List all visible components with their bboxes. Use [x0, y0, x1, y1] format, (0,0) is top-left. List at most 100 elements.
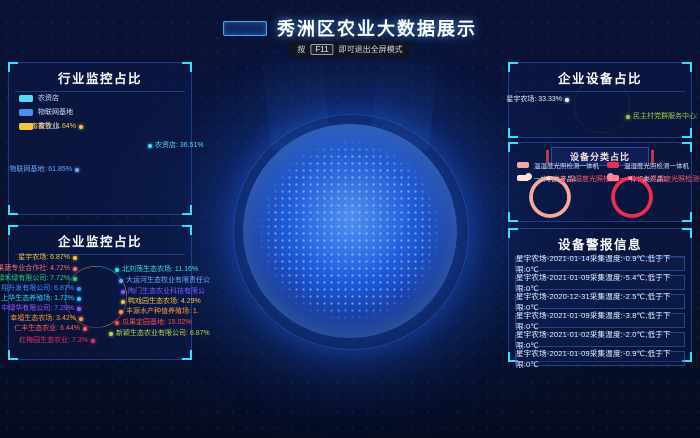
chart-callout-label: 大运河生态牧业有限责任公 [119, 277, 210, 284]
chart-callout-label: 红梅园生态农业: 7.3% [19, 337, 95, 344]
chart-callout-label: 民主村党群服务中心: [626, 113, 698, 120]
callout-dot-icon [75, 168, 79, 172]
f11-keycap: F11 [310, 44, 333, 55]
legend-label: 温湿度光照检测一体机 [624, 160, 689, 170]
chart-callout-label: 瓜果定园基地: 15.02% [115, 319, 192, 326]
callout-dot-icon [626, 115, 630, 119]
legend-item: 温湿度光照检测一体机 [517, 160, 599, 170]
chart-callout-label: 马超果蔬专业合作社: 4.72% [0, 265, 77, 272]
callout-text: 温湿度光照检测一→ [650, 176, 700, 183]
industry-donut-chart[interactable] [68, 124, 144, 200]
legend-item: 温湿度光照检测一体机 [607, 160, 689, 170]
page-title: 秀洲区农业大数据展示 [277, 15, 477, 41]
equipment-donut-chart[interactable] [574, 77, 630, 133]
chart-callout-label: 中绿华有限公司: 7.29% [1, 305, 81, 312]
panel-enterprise-monitor-ratio: 企业监控占比 星宇农场: 6.87%马超果蔬专业合作社: 4.72%家绿禾绿有限… [8, 225, 192, 360]
callout-text: 北刘荡生态农场: 11.16% [122, 266, 198, 273]
callout-dot-icon [561, 178, 565, 182]
callout-text: 红梅园生态农业: 7.3% [19, 337, 88, 344]
callout-text: 翔升发有限公司: 6.87% [1, 285, 74, 292]
callout-dot-icon [119, 310, 123, 314]
callout-dot-icon [77, 297, 81, 301]
callout-dot-icon [77, 287, 81, 291]
callout-text: 星宇农场: 6.87% [18, 254, 70, 261]
callout-dot-icon [121, 290, 125, 294]
panel-enterprise-equipment-ratio: 企业设备占比 星宇农场: 33.33%民主村党群服务中心: [508, 62, 692, 138]
callout-dot-icon [121, 300, 125, 304]
chart-callout-label: 农资店: 36.51% [148, 142, 204, 149]
chart-callout-label: 星宇农场: 6.87% [18, 254, 77, 261]
panel-industry-monitor-ratio: 行业监控占比 农资店物联网基地畜牧业 畜牧业: 1.64%农资店: 36.51%… [8, 62, 192, 215]
panel-title: 行业监控占比 [15, 63, 185, 92]
chart-callout-label: 温湿度光照检测一→ [561, 176, 631, 183]
fullscreen-tip: 按 F11 即可退出全屏模式 [289, 41, 410, 58]
callout-text: 丰源水产种值养殖场: 1. [126, 308, 199, 315]
callout-text: 民主村党群服务中心: [633, 113, 698, 120]
callout-dot-icon [643, 178, 647, 182]
callout-dot-icon [79, 317, 83, 321]
globe-visualization [243, 124, 457, 338]
chart-callout-label: 新颖生态农业有限公司: 6.87% [109, 330, 210, 337]
legend-swatch-icon [19, 95, 33, 102]
logo-badge [223, 21, 267, 36]
chart-callout-label: 仁丰生态农业: 6.44% [14, 325, 87, 332]
callout-dot-icon [115, 268, 119, 272]
alert-row: 星宇农场-2021-01-02采集温度:-2.0℃,低于下限:0℃ [515, 332, 685, 347]
chart-callout-label: 星宇农场: 33.33% [506, 96, 569, 103]
callout-text: 上华生态养殖场: 1.72% [1, 295, 74, 302]
callout-dot-icon [73, 267, 77, 271]
callout-dot-icon [119, 279, 123, 283]
alert-row: 星宇农场-2021-01-09采集温度:-3.8℃,低于下限:0℃ [515, 313, 685, 328]
callout-text: 仁丰生态农业: 6.44% [14, 325, 80, 332]
callout-text: 新颖生态农业有限公司: 6.87% [116, 330, 210, 337]
callout-text: 星宇农场: 33.33% [506, 96, 562, 103]
chart-callout-label: 上华生态养殖场: 1.72% [1, 295, 81, 302]
callout-text: 农资店: 36.51% [155, 142, 204, 149]
tip-prefix: 按 [297, 44, 305, 55]
legend-swatch-icon [607, 162, 619, 168]
callout-text: 瓜果定园基地: 15.02% [122, 319, 192, 326]
callout-text: 温湿度光照检测一→ [568, 176, 631, 183]
panel-title: 企业监控占比 [15, 226, 185, 255]
alert-list: 星宇农场-2021-01-14采集温度:-0.9℃,低于下限:0℃ 星宇农场-20… [515, 256, 685, 366]
callout-text: 家绿禾绿有限公司: 7.72% [0, 275, 70, 282]
chart-callout-label: 物联网基地: 61.85% [9, 166, 79, 173]
panel-device-alerts: 设备警报信息 星宇农场-2021-01-14采集温度:-0.9℃,低于下限:0℃… [508, 228, 692, 362]
chart-callout-label: 鸭戏园生态农场: 4.29% [121, 298, 201, 305]
callout-text: 马超果蔬专业合作社: 4.72% [0, 265, 70, 272]
chart-callout-label: 北刘荡生态农场: 11.16% [115, 266, 198, 273]
alert-row: 星宇农场-2020-12-31采集温度:-2.5℃,低于下限:0℃ [515, 294, 685, 309]
globe-dot-map [258, 139, 442, 323]
chart-callout-label: 翔升发有限公司: 6.87% [1, 285, 81, 292]
callout-text: 鸭戏园生态农场: 4.29% [128, 298, 201, 305]
callout-dot-icon [109, 332, 113, 336]
callout-text: 畜牧业: 1.64% [31, 123, 76, 130]
callout-text: 大运河生态牧业有限责任公 [126, 277, 210, 284]
chart-callout-label: 温湿度光照检测一→ [643, 176, 700, 183]
callout-dot-icon [115, 321, 119, 325]
callout-text: 幸福生态农场: 3.42% [10, 315, 76, 322]
chart-callout-label: 家绿禾绿有限公司: 7.72% [0, 275, 77, 282]
callout-dot-icon [148, 144, 152, 148]
callout-dot-icon [77, 307, 81, 311]
alert-row: 星宇农场-2021-01-09采集温度:-0.9℃,低于下限:0℃ [515, 351, 685, 366]
chart-callout-label: 幸福生态农场: 3.42% [10, 315, 83, 322]
legend-swatch-icon [517, 162, 529, 168]
legend-item: 物联网基地 [19, 107, 73, 117]
legend-item: 农资店 [19, 93, 73, 103]
callout-dot-icon [91, 339, 95, 343]
callout-text: 物联网基地: 61.85% [9, 166, 72, 173]
callout-text: 陶门生态农业科技有限公 [128, 288, 205, 295]
alert-row: 星宇农场-2021-01-14采集温度:-0.9℃,低于下限:0℃ [515, 256, 685, 271]
dashboard-screen: 秀洲区农业大数据展示 按 F11 即可退出全屏模式 行业监控占比 农资店物联网基… [0, 0, 700, 438]
legend-label: 温湿度光照检测一体机 [534, 160, 599, 170]
tip-suffix: 即可退出全屏模式 [339, 44, 403, 55]
callout-text: 中绿华有限公司: 7.29% [1, 305, 74, 312]
legend-swatch-icon [19, 109, 33, 116]
callout-dot-icon [79, 125, 83, 129]
callout-dot-icon [73, 277, 77, 281]
device-left-mini-slice [525, 173, 532, 180]
callout-dot-icon [73, 256, 77, 260]
legend-label: 物联网基地 [38, 107, 73, 117]
chart-callout-label: 陶门生态农业科技有限公 [121, 288, 205, 295]
